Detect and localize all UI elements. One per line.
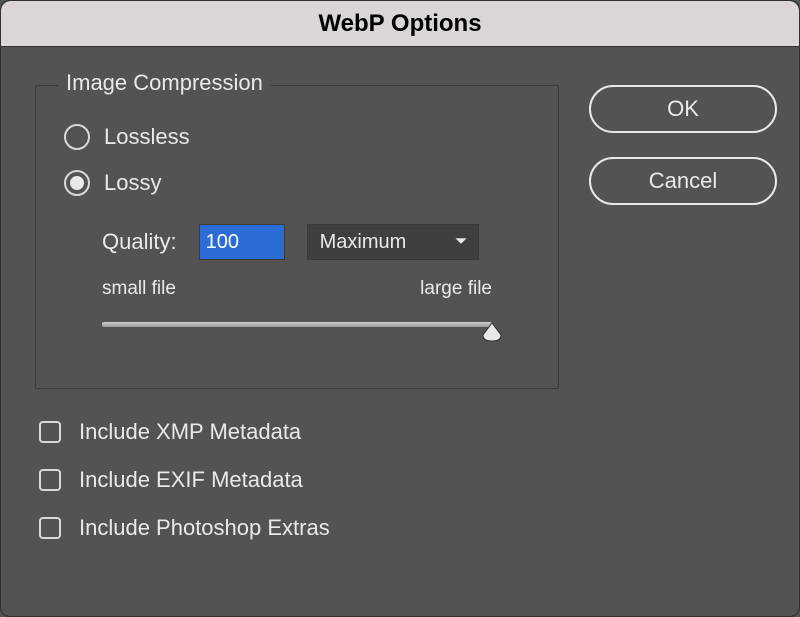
- radio-icon: [64, 170, 90, 196]
- checkbox-icon: [39, 469, 61, 491]
- right-column: OK Cancel: [589, 71, 777, 596]
- slider-track: [102, 322, 492, 327]
- checkbox-icon: [39, 421, 61, 443]
- slider-thumb[interactable]: [481, 321, 503, 343]
- webp-options-dialog: WebP Options Image Compression Lossless …: [0, 0, 800, 617]
- dialog-content: Image Compression Lossless Lossy Quality…: [1, 47, 799, 616]
- quality-preset-value: Maximum: [320, 231, 407, 254]
- radio-lossy[interactable]: Lossy: [64, 170, 530, 196]
- checkbox-icon: [39, 517, 61, 539]
- image-compression-group: Image Compression Lossless Lossy Quality…: [35, 85, 559, 389]
- checkbox-include-exif[interactable]: Include EXIF Metadata: [39, 467, 559, 493]
- left-column: Image Compression Lossless Lossy Quality…: [35, 71, 559, 596]
- quality-input[interactable]: [199, 224, 285, 260]
- radio-lossless[interactable]: Lossless: [64, 124, 530, 150]
- dialog-title: WebP Options: [1, 1, 799, 47]
- radio-label: Lossless: [104, 124, 190, 150]
- quality-label: Quality:: [102, 229, 177, 255]
- checkbox-include-xmp[interactable]: Include XMP Metadata: [39, 419, 559, 445]
- slider-max-label: large file: [420, 278, 492, 300]
- ok-button[interactable]: OK: [589, 85, 777, 133]
- cancel-button[interactable]: Cancel: [589, 157, 777, 205]
- quality-row: Quality: Maximum: [102, 224, 530, 260]
- checkbox-label: Include Photoshop Extras: [79, 515, 330, 541]
- metadata-checkboxes: Include XMP Metadata Include EXIF Metada…: [35, 419, 559, 541]
- chevron-down-icon: [454, 231, 468, 254]
- slider-min-label: small file: [102, 278, 176, 300]
- checkbox-label: Include XMP Metadata: [79, 419, 301, 445]
- quality-preset-select[interactable]: Maximum: [307, 224, 479, 260]
- radio-icon: [64, 124, 90, 150]
- radio-label: Lossy: [104, 170, 161, 196]
- slider-labels: small file large file: [102, 278, 492, 300]
- checkbox-label: Include EXIF Metadata: [79, 467, 303, 493]
- image-compression-legend: Image Compression: [58, 70, 271, 96]
- checkbox-include-ps-extras[interactable]: Include Photoshop Extras: [39, 515, 559, 541]
- quality-slider[interactable]: [102, 322, 492, 348]
